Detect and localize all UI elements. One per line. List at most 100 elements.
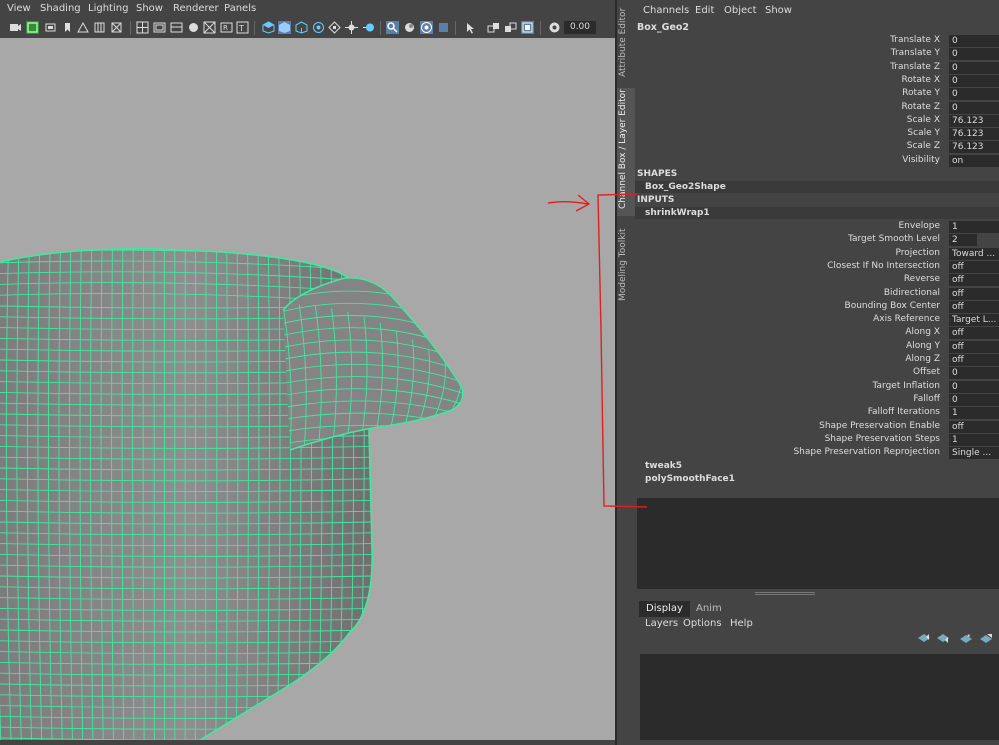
input-channel-value-field[interactable]: 1 <box>949 221 999 233</box>
channel-label[interactable]: Rotate Y <box>902 88 940 98</box>
input-channel-label[interactable]: Along Z <box>905 354 940 364</box>
frame-selected-icon[interactable] <box>504 21 517 34</box>
safe-title-icon[interactable] <box>170 21 183 34</box>
menu-help[interactable]: Help <box>730 618 753 629</box>
component-icon[interactable] <box>437 21 450 34</box>
input-channel-label[interactable]: Target Smooth Level <box>848 234 940 244</box>
resolution-gate-icon[interactable] <box>44 21 57 34</box>
input-channel-label[interactable]: Shape Preservation Enable <box>819 421 940 431</box>
input-channel-value-field[interactable]: off <box>949 354 999 366</box>
input-channel-label[interactable]: Falloff <box>913 394 940 404</box>
input-channel-value-field[interactable]: off <box>949 300 999 313</box>
input-channel-label[interactable]: Along X <box>905 327 940 337</box>
shape-node-row[interactable]: Box_Geo2Shape <box>635 181 999 193</box>
input-channel-value-field[interactable]: Single ... <box>949 447 999 460</box>
input-channel-label[interactable]: Shape Preservation Reprojection <box>793 447 940 457</box>
lights-icon[interactable] <box>295 21 308 34</box>
smooth-shade-icon[interactable]: R <box>220 21 233 34</box>
menu-layers[interactable]: Layers <box>645 618 678 629</box>
viewport-canvas[interactable] <box>0 38 615 740</box>
camera-icon[interactable] <box>9 21 22 34</box>
gamma-field[interactable]: 0.00 <box>564 21 596 34</box>
move-layer-up-icon[interactable] <box>917 633 931 645</box>
safe-action-icon[interactable] <box>136 21 149 34</box>
channel-value-field[interactable]: 0 <box>949 88 999 101</box>
input-channel-value-field[interactable]: off <box>949 327 999 340</box>
frame-all-icon[interactable] <box>521 21 534 34</box>
menu-view[interactable]: View <box>7 3 31 14</box>
new-layer-from-selected-icon[interactable] <box>979 633 993 645</box>
input-channel-value-field[interactable]: off <box>949 260 999 273</box>
menu-show[interactable]: Show <box>765 5 792 16</box>
channel-value-field[interactable]: 76.123 <box>949 128 999 141</box>
channel-value-field[interactable]: 0 <box>949 61 999 74</box>
input-channel-value-field[interactable]: 1 <box>949 407 999 420</box>
input-channel-value-field[interactable]: off <box>949 340 999 353</box>
ambient-occlusion-icon[interactable] <box>328 21 341 34</box>
channel-label[interactable]: Translate X <box>890 35 940 45</box>
tab-attribute-editor[interactable]: Attribute Editor <box>617 4 635 84</box>
shrinkwrap-mesh[interactable] <box>0 38 615 740</box>
input-channel-label[interactable]: Shape Preservation Steps <box>825 434 940 444</box>
channel-value-field[interactable]: 76.123 <box>949 141 999 154</box>
input-channel-label[interactable]: Offset <box>913 367 940 377</box>
input-channel-label[interactable]: Along Y <box>906 341 940 351</box>
channel-label[interactable]: Visibility <box>902 155 940 165</box>
image-plane-icon[interactable] <box>76 21 89 34</box>
channel-label[interactable]: Rotate Z <box>902 102 941 112</box>
two-d-pan-icon[interactable] <box>187 21 200 34</box>
menu-renderer[interactable]: Renderer <box>173 3 219 14</box>
input-channel-label[interactable]: Axis Reference <box>873 314 940 324</box>
input-channel-value-field[interactable]: 0 <box>949 380 999 393</box>
backface-icon[interactable] <box>386 21 399 34</box>
channel-value-field[interactable]: 0 <box>949 48 999 61</box>
menu-channels[interactable]: Channels <box>643 5 689 16</box>
wireframe-icon[interactable] <box>203 21 216 34</box>
shaded-wireframe-icon[interactable]: T <box>236 21 249 34</box>
channel-label[interactable]: Scale Y <box>907 128 940 138</box>
menu-object[interactable]: Object <box>724 5 757 16</box>
input-channel-label[interactable]: Falloff Iterations <box>868 407 940 417</box>
gamma-icon[interactable] <box>548 21 561 34</box>
film-gate-icon[interactable] <box>26 21 39 34</box>
input-channel-value-field[interactable]: 2 <box>949 234 977 247</box>
object-name[interactable]: Box_Geo2 <box>637 22 689 33</box>
select-camera-icon[interactable] <box>420 21 433 34</box>
menu-show[interactable]: Show <box>136 3 163 14</box>
gate-mask-icon[interactable] <box>153 21 166 34</box>
input-channel-label[interactable]: Target Inflation <box>873 381 941 391</box>
channel-value-field[interactable]: 0 <box>949 35 999 47</box>
frame-all-icon[interactable] <box>464 21 477 34</box>
channel-label[interactable]: Rotate X <box>902 75 941 85</box>
texture-icon[interactable] <box>403 21 416 34</box>
input-node-poly-smooth[interactable]: polySmoothFace1 <box>645 474 735 484</box>
input-node-row[interactable]: shrinkWrap1 <box>635 207 999 219</box>
input-channel-value-field[interactable]: Target L... <box>949 314 999 327</box>
new-layer-icon[interactable]: * <box>959 633 973 645</box>
input-channel-value-field[interactable]: off <box>949 287 999 300</box>
shadows-icon[interactable] <box>312 21 325 34</box>
input-channel-value-field[interactable]: off <box>949 420 999 433</box>
tab-anim[interactable]: Anim <box>689 601 729 617</box>
channel-value-field[interactable]: 0 <box>949 74 999 87</box>
tab-channel-box-layer-editor[interactable]: Channel Box / Layer Editor <box>617 88 635 216</box>
menu-panels[interactable]: Panels <box>224 3 256 14</box>
input-channel-label[interactable]: Reverse <box>904 274 940 284</box>
input-channel-label[interactable]: Bounding Box Center <box>845 301 940 311</box>
menu-edit[interactable]: Edit <box>695 5 714 16</box>
move-layer-down-icon[interactable] <box>936 633 950 645</box>
frame-selected-icon[interactable] <box>487 21 500 34</box>
grid-icon[interactable] <box>93 21 106 34</box>
channel-label[interactable]: Translate Y <box>891 48 940 58</box>
menu-options[interactable]: Options <box>683 618 722 629</box>
xray-icon[interactable] <box>278 21 291 34</box>
input-channel-value-field[interactable]: 0 <box>949 367 999 380</box>
input-channel-value-field[interactable]: off <box>949 274 999 287</box>
input-channel-label[interactable]: Envelope <box>898 221 940 231</box>
default-material-icon[interactable] <box>262 21 275 34</box>
input-node-tweak[interactable]: tweak5 <box>645 461 682 471</box>
channel-value-field[interactable]: 0 <box>949 101 999 114</box>
channel-value-field[interactable]: 76.123 <box>949 114 999 127</box>
channel-label[interactable]: Scale X <box>907 115 940 125</box>
tab-modeling-toolkit[interactable]: Modeling Toolkit <box>617 220 635 304</box>
